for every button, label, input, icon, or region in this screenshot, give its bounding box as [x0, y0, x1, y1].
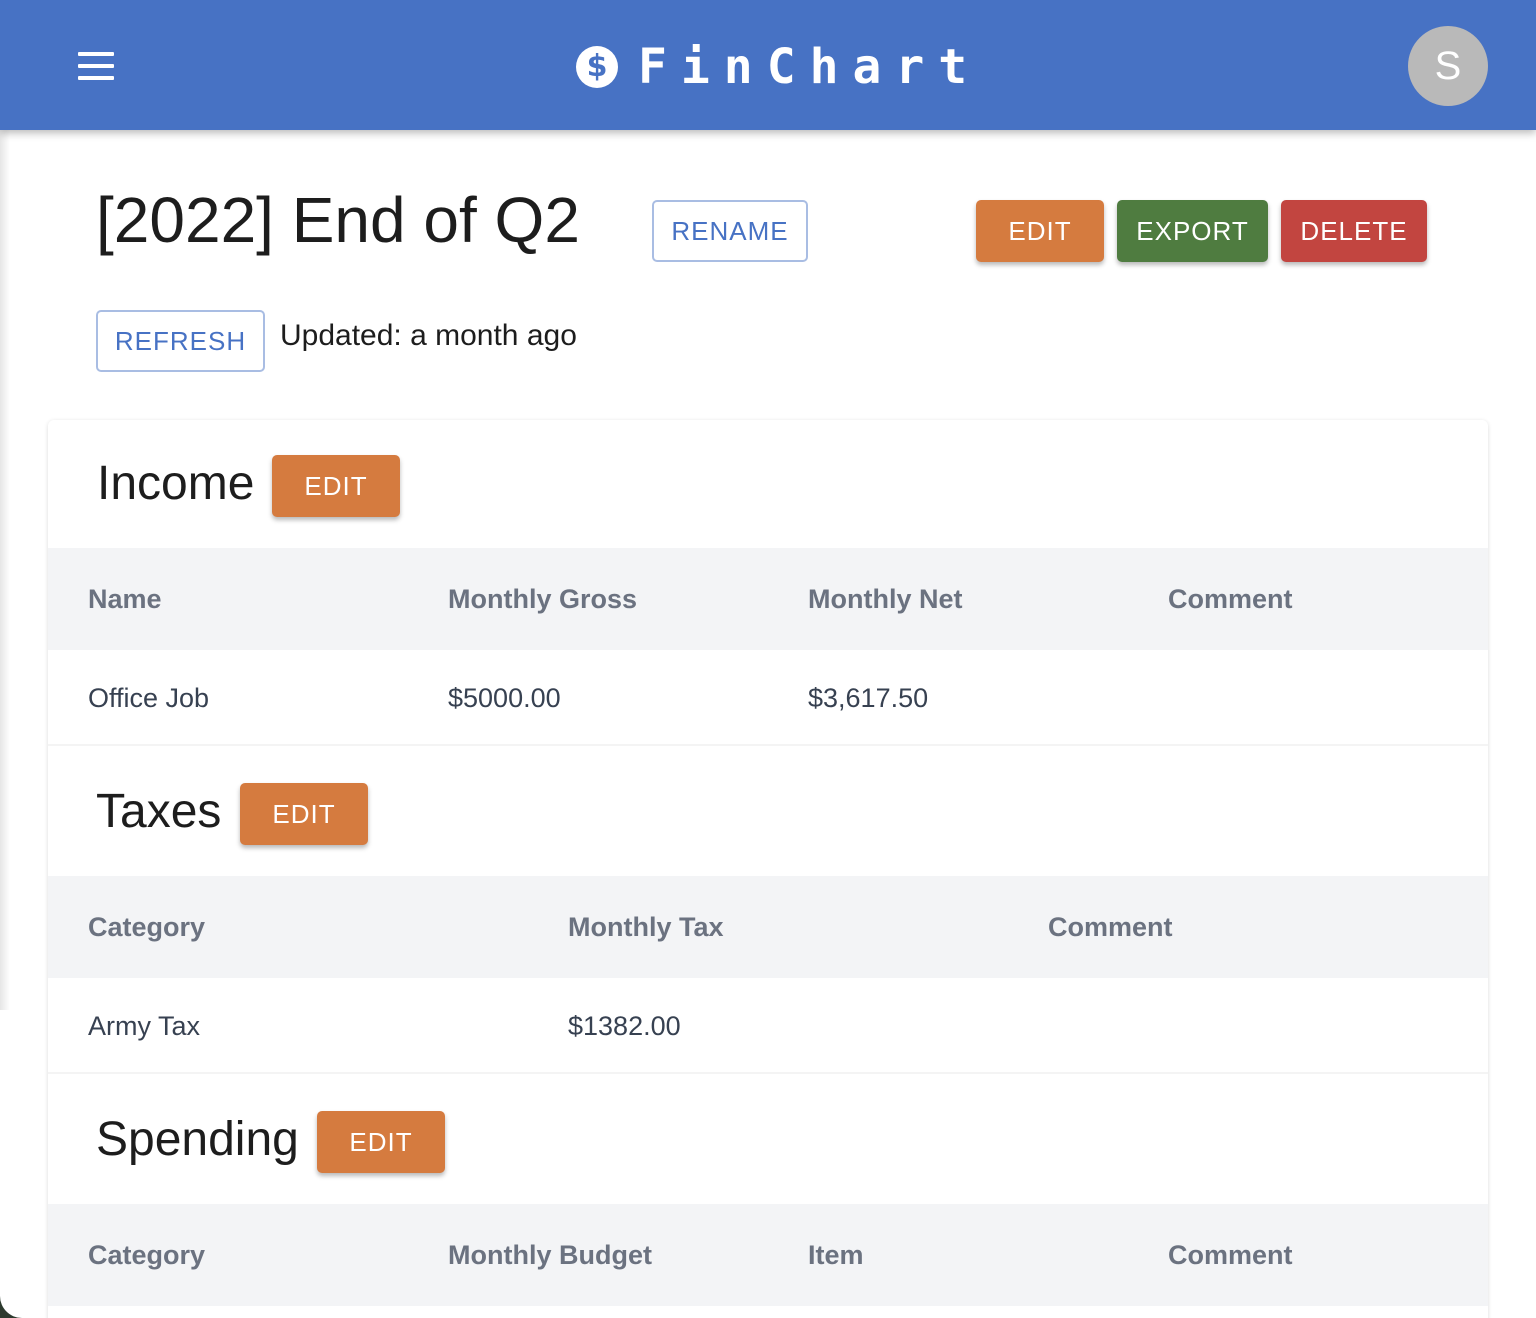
column-header: Monthly Tax	[568, 912, 724, 942]
income-edit-button[interactable]: EDIT	[272, 455, 400, 517]
column-header: Item	[808, 1240, 864, 1270]
refresh-button[interactable]: REFRESH	[96, 310, 265, 372]
spending-title: Spending	[96, 1113, 299, 1166]
column-header: Comment	[1168, 584, 1293, 614]
page: $ FinChart S [2022] End of Q2 RENAME EDI…	[0, 0, 1536, 1318]
income-net-cell: $3,617.50	[808, 683, 929, 713]
avatar[interactable]: S	[1408, 26, 1488, 106]
column-header: Name	[88, 584, 162, 614]
delete-button[interactable]: DELETE	[1281, 200, 1427, 262]
column-header: Monthly Budget	[448, 1240, 652, 1270]
spending-edit-button[interactable]: EDIT	[317, 1111, 445, 1173]
taxes-edit-button[interactable]: EDIT	[240, 783, 368, 845]
column-header: Comment	[1168, 1240, 1293, 1270]
column-header: Category	[88, 1240, 206, 1270]
updated-text: Updated: a month ago	[280, 319, 577, 352]
income-name-cell: Office Job	[88, 683, 210, 713]
table-row: Office Job $5000.00 $3,617.50	[48, 650, 1488, 746]
income-table-header: Name Monthly Gross Monthly Net Comment	[48, 548, 1488, 650]
income-gross-cell: $5000.00	[448, 683, 561, 713]
edit-button[interactable]: EDIT	[976, 200, 1104, 262]
column-header: Monthly Gross	[448, 584, 638, 614]
column-header: Monthly Net	[808, 584, 963, 614]
app-name: FinChart	[638, 39, 982, 95]
column-header: Comment	[1048, 912, 1173, 942]
window-frame: $ FinChart S [2022] End of Q2 RENAME EDI…	[0, 0, 1536, 1318]
taxes-table-header: Category Monthly Tax Comment	[48, 876, 1488, 978]
taxes-title: Taxes	[96, 785, 222, 838]
table-row: Army Tax $1382.00	[48, 978, 1488, 1074]
column-header: Category	[88, 912, 206, 942]
tax-amount-cell: $1382.00	[568, 1011, 681, 1041]
page-title: [2022] End of Q2	[96, 184, 580, 256]
menu-icon[interactable]	[72, 44, 120, 88]
dollar-circle-icon: $	[576, 46, 618, 88]
spending-table-header: Category Monthly Budget Item Comment	[48, 1204, 1488, 1306]
left-edge-shadow	[0, 130, 10, 1010]
rename-button[interactable]: RENAME	[652, 200, 808, 262]
income-title: Income	[97, 457, 255, 510]
report-card: Income EDIT Name Monthly Gross Monthly N…	[48, 420, 1488, 1318]
tax-category-cell: Army Tax	[88, 1011, 201, 1041]
export-button[interactable]: EXPORT	[1117, 200, 1268, 262]
brand[interactable]: $ FinChart	[576, 40, 981, 94]
app-bar: $ FinChart S	[0, 0, 1536, 130]
